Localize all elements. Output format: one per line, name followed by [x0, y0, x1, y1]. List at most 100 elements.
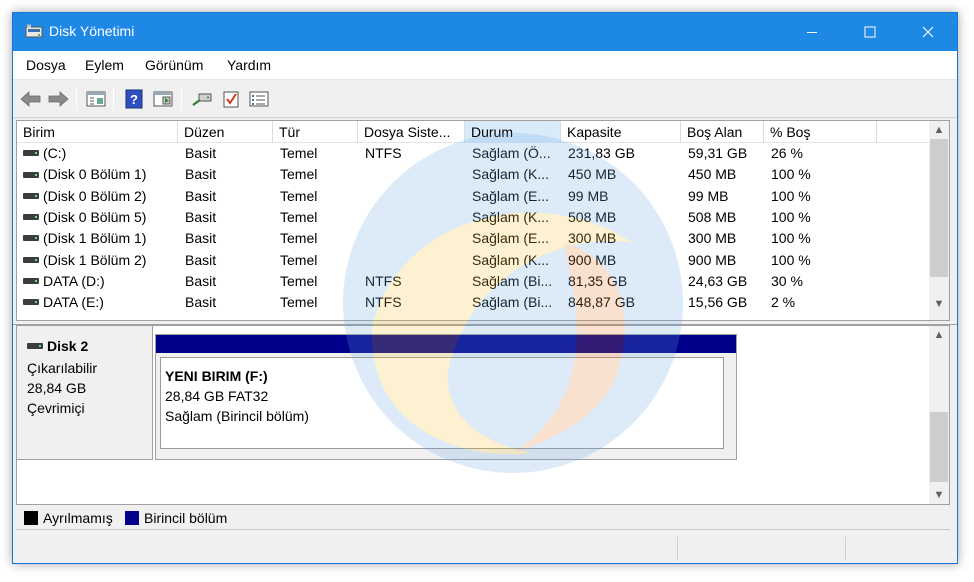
scroll-down-icon[interactable]: ▼	[929, 295, 949, 313]
forward-icon	[48, 91, 69, 107]
maximize-button[interactable]	[841, 13, 899, 51]
column-header-duzen[interactable]: Düzen	[178, 121, 273, 143]
cell-volume-name: (C:)	[23, 145, 175, 161]
cell-volume-name-text: DATA (E:)	[43, 294, 104, 311]
graphical-scrollbar[interactable]: ▲ ▼	[929, 326, 949, 504]
cell-volume-name-text: (Disk 0 Bölüm 5)	[43, 208, 147, 225]
column-header-kapasite[interactable]: Kapasite	[561, 121, 681, 143]
volume-list-scrollbar[interactable]: ▲ ▼	[929, 121, 949, 320]
cell-capacity: 231,83 GB	[568, 145, 681, 161]
primary-partition-swatch	[125, 511, 139, 525]
cell-percent-free: 100 %	[771, 252, 877, 268]
cell-capacity-text: 848,87 GB	[568, 294, 635, 311]
disk-state: Çevrimiçi	[27, 400, 85, 416]
toolbar: ?	[13, 80, 957, 118]
help-button[interactable]: ?	[122, 87, 146, 111]
cell-type-text: Temel	[280, 294, 318, 311]
cell-capacity-text: 300 MB	[568, 230, 617, 247]
cell-free-space: 300 MB	[688, 230, 764, 246]
column-header-yuzde-bos[interactable]: % Boş	[764, 121, 877, 143]
volume-row[interactable]: (C:) Basit Temel NTFS Sağlam (Ö... 231,83 GB 5…	[17, 143, 930, 164]
window-title: Disk Yönetimi	[49, 23, 135, 39]
scroll-thumb[interactable]	[930, 412, 948, 482]
cell-type: Temel	[280, 273, 358, 289]
volume-row[interactable]: (Disk 0 Bölüm 2) Basit Temel Sağlam (E... 99…	[17, 186, 930, 207]
cell-free-space: 900 MB	[688, 252, 764, 268]
connect-button[interactable]	[190, 87, 214, 111]
cell-free-space-text: 450 MB	[688, 166, 737, 183]
disk-info-panel[interactable]: Disk 2 Çıkarılabilir 28,84 GB Çevrimiçi	[17, 326, 153, 460]
cell-type: Temel	[280, 166, 358, 182]
check-icon	[223, 91, 239, 108]
title-bar[interactable]: Disk Yönetimi	[13, 13, 957, 51]
menu-eylem[interactable]: Eylem	[85, 57, 124, 73]
column-header-birim[interactable]: Birim	[17, 121, 178, 143]
cell-volume-name: (Disk 0 Bölüm 1)	[23, 166, 175, 182]
legend-bar: Ayrılmamış Birincil bölüm	[16, 506, 950, 530]
cell-type: Temel	[280, 209, 358, 225]
volume-row[interactable]: (Disk 1 Bölüm 1) Basit Temel Sağlam (E... 30…	[17, 228, 930, 249]
cell-capacity-text: 900 MB	[568, 251, 617, 268]
drive-icon	[23, 171, 39, 178]
scroll-up-icon[interactable]: ▲	[929, 121, 949, 139]
help-icon: ?	[125, 89, 143, 109]
properties-icon	[86, 91, 106, 107]
cell-filesystem: NTFS	[365, 273, 465, 289]
volume-row[interactable]: (Disk 0 Bölüm 5) Basit Temel Sağlam (K... 50…	[17, 207, 930, 228]
view-button[interactable]	[151, 87, 175, 111]
minimize-button[interactable]	[783, 13, 841, 51]
status-bar	[13, 533, 957, 563]
cell-percent-free: 100 %	[771, 188, 877, 204]
cell-capacity-text: 231,83 GB	[568, 145, 635, 161]
cell-filesystem: NTFS	[365, 145, 465, 161]
drive-icon	[23, 299, 39, 306]
cell-volume-name-text: (Disk 1 Bölüm 1)	[43, 230, 147, 247]
column-header-dosya-sistemi[interactable]: Dosya Siste...	[358, 121, 465, 143]
cell-type-text: Temel	[280, 145, 318, 161]
disk-size: 28,84 GB	[27, 380, 87, 396]
column-header-tur[interactable]: Tür	[273, 121, 358, 143]
cell-free-space-text: 900 MB	[688, 251, 737, 268]
cell-layout: Basit	[185, 145, 273, 161]
cell-layout-text: Basit	[185, 187, 217, 204]
back-button[interactable]	[19, 87, 43, 111]
menu-yardim[interactable]: Yardım	[227, 57, 271, 73]
cell-volume-name-text: (C:)	[43, 145, 67, 161]
unallocated-swatch	[24, 511, 38, 525]
scroll-thumb[interactable]	[930, 139, 948, 277]
volume-row[interactable]: DATA (E:) Basit Temel NTFS Sağlam (Bi... 848,…	[17, 292, 930, 313]
scroll-up-icon[interactable]: ▲	[929, 326, 949, 344]
menu-dosya[interactable]: Dosya	[26, 57, 66, 73]
partition-size-fs: 28,84 GB FAT32	[165, 388, 269, 404]
column-header-durum[interactable]: Durum	[465, 121, 561, 143]
scroll-down-icon[interactable]: ▼	[929, 486, 949, 504]
close-button[interactable]	[899, 13, 957, 51]
cell-free-space: 99 MB	[688, 188, 764, 204]
drive-icon	[23, 192, 39, 199]
cell-layout: Basit	[185, 166, 273, 182]
list-button[interactable]	[247, 87, 271, 111]
cell-capacity: 508 MB	[568, 209, 681, 225]
cell-percent-free: 30 %	[771, 273, 877, 289]
volume-row[interactable]: (Disk 0 Bölüm 1) Basit Temel Sağlam (K... 45…	[17, 164, 930, 185]
cell-free-space: 508 MB	[688, 209, 764, 225]
cell-layout: Basit	[185, 188, 273, 204]
cell-type: Temel	[280, 145, 358, 161]
column-header-bos-alan[interactable]: Boş Alan	[681, 121, 764, 143]
cell-filesystem-text: NTFS	[365, 294, 402, 311]
cell-percent-free-text: 100 %	[771, 230, 811, 247]
check-button[interactable]	[219, 87, 243, 111]
view-icon	[153, 91, 173, 107]
forward-button[interactable]	[46, 87, 70, 111]
volume-row[interactable]: (Disk 1 Bölüm 2) Basit Temel Sağlam (K... 90…	[17, 250, 930, 271]
cell-percent-free-text: 100 %	[771, 251, 811, 268]
close-icon	[922, 26, 934, 38]
cell-type-text: Temel	[280, 251, 318, 268]
menu-bar: Dosya Eylem Görünüm Yardım	[13, 51, 957, 80]
volume-row[interactable]: DATA (D:) Basit Temel NTFS Sağlam (Bi... 81,3…	[17, 271, 930, 292]
properties-button[interactable]	[84, 87, 108, 111]
menu-gorunum[interactable]: Görünüm	[145, 57, 203, 73]
cell-percent-free: 2 %	[771, 294, 877, 310]
partition-block[interactable]: YENI BIRIM (F:) 28,84 GB FAT32 Sağlam (B…	[155, 334, 737, 460]
cell-type-text: Temel	[280, 166, 318, 183]
